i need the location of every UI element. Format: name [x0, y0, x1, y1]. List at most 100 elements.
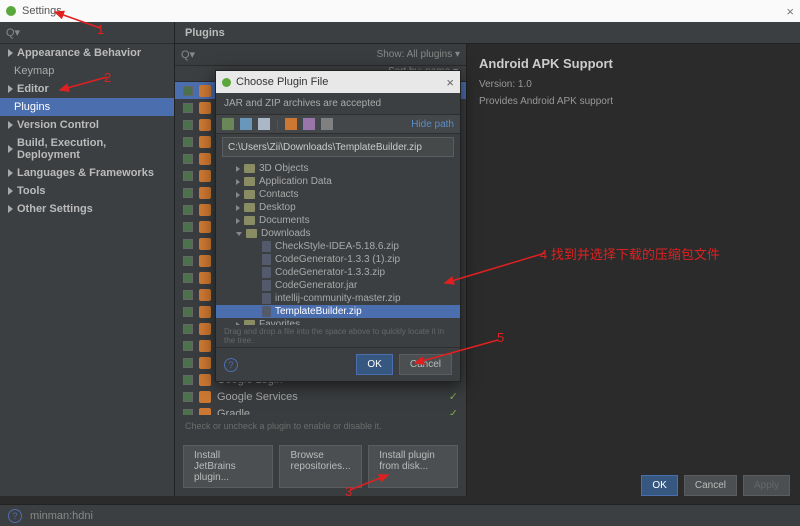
dialog-subtitle: JAR and ZIP archives are accepted: [216, 93, 460, 114]
plugin-checkbox[interactable]: [183, 171, 193, 181]
plugin-checkbox[interactable]: [183, 341, 193, 351]
plugin-checkbox[interactable]: [183, 256, 193, 266]
hide-path-link[interactable]: Hide path: [411, 119, 454, 130]
settings-sidebar: Q▾ Appearance & BehaviorKeymapEditorPlug…: [0, 22, 175, 496]
plugin-row[interactable]: Gradle✓: [175, 405, 466, 415]
install-from-disk-button[interactable]: Install plugin from disk...: [368, 445, 458, 488]
dialog-ok-button[interactable]: OK: [356, 354, 392, 375]
sidebar-item-keymap[interactable]: Keymap: [0, 62, 174, 80]
plugin-icon: [199, 408, 211, 416]
sidebar-item-other-settings[interactable]: Other Settings: [0, 200, 174, 218]
delete-icon[interactable]: [285, 118, 297, 130]
plugin-hint: Check or uncheck a plugin to enable or d…: [175, 415, 466, 437]
plugin-details: Android APK Support Version: 1.0 Provide…: [467, 44, 800, 496]
tree-item[interactable]: intellij-community-master.zip: [216, 292, 460, 305]
plugin-icon: [199, 391, 211, 403]
plugin-icon: [199, 170, 211, 182]
plugin-checkbox[interactable]: [183, 290, 193, 300]
plugin-icon: [199, 255, 211, 267]
tree-item[interactable]: Desktop: [216, 201, 460, 214]
sidebar-search[interactable]: Q▾: [0, 22, 174, 44]
plugin-checkbox[interactable]: [183, 205, 193, 215]
detail-desc: Provides Android APK support: [479, 96, 788, 107]
show-filter[interactable]: All plugins ▾: [407, 49, 460, 60]
plugin-checkbox[interactable]: [183, 120, 193, 130]
plugin-checkbox[interactable]: [183, 103, 193, 113]
chevron-icon[interactable]: [236, 232, 242, 236]
chevron-icon[interactable]: [236, 192, 240, 198]
tree-item[interactable]: Contacts: [216, 188, 460, 201]
plugin-checkbox[interactable]: [183, 307, 193, 317]
plugin-icon: [199, 238, 211, 250]
tree-item[interactable]: Application Data: [216, 175, 460, 188]
sidebar-item-plugins[interactable]: Plugins: [0, 98, 174, 116]
settings-apply-button[interactable]: Apply: [743, 475, 790, 496]
tree-item[interactable]: CodeGenerator-1.3.3.zip: [216, 266, 460, 279]
plugin-checkbox[interactable]: [183, 222, 193, 232]
settings-cancel-button[interactable]: Cancel: [684, 475, 737, 496]
path-input[interactable]: C:\Users\Zii\Downloads\TemplateBuilder.z…: [222, 137, 454, 157]
plugin-checkbox[interactable]: [183, 358, 193, 368]
chevron-icon[interactable]: [236, 166, 240, 172]
plugin-icon: [199, 323, 211, 335]
folder-icon: [244, 190, 255, 199]
plugins-title: Plugins: [175, 22, 800, 44]
help-icon[interactable]: ?: [8, 509, 22, 523]
sidebar-item-languages-frameworks[interactable]: Languages & Frameworks: [0, 164, 174, 182]
plugin-search[interactable]: Q▾: [181, 48, 195, 61]
plugin-checkbox[interactable]: [183, 273, 193, 283]
module-icon[interactable]: [240, 118, 252, 130]
file-icon: [262, 293, 271, 304]
dialog-title-text: Choose Plugin File: [236, 76, 328, 88]
chevron-icon[interactable]: [236, 205, 240, 211]
plugin-icon: [199, 153, 211, 165]
tree-item[interactable]: Documents: [216, 214, 460, 227]
tree-item[interactable]: Downloads: [216, 227, 460, 240]
choose-plugin-dialog: Choose Plugin File × JAR and ZIP archive…: [215, 70, 461, 382]
plugin-checkbox[interactable]: [183, 188, 193, 198]
plugin-icon: [199, 306, 211, 318]
sidebar-item-build-execution-deployment[interactable]: Build, Execution, Deployment: [0, 134, 174, 164]
sidebar-item-version-control[interactable]: Version Control: [0, 116, 174, 134]
install-jetbrains-button[interactable]: Install JetBrains plugin...: [183, 445, 273, 488]
file-icon: [262, 306, 271, 317]
dialog-help-icon[interactable]: ?: [224, 358, 238, 372]
file-icon: [262, 241, 271, 252]
tree-item[interactable]: CodeGenerator-1.3.3 (1).zip: [216, 253, 460, 266]
tree-item[interactable]: CodeGenerator.jar: [216, 279, 460, 292]
hidden-icon[interactable]: [321, 118, 333, 130]
plugin-checkbox[interactable]: [183, 154, 193, 164]
chevron-icon[interactable]: [236, 179, 240, 185]
plugin-row[interactable]: Google Services✓: [175, 388, 466, 405]
sidebar-item-tools[interactable]: Tools: [0, 182, 174, 200]
refresh-icon[interactable]: [303, 118, 315, 130]
plugin-checkbox[interactable]: [183, 324, 193, 334]
plugin-checkbox[interactable]: [183, 137, 193, 147]
chevron-icon[interactable]: [236, 218, 240, 224]
tree-item[interactable]: 3D Objects: [216, 162, 460, 175]
plugin-icon: [199, 119, 211, 131]
plugin-checkbox[interactable]: [183, 392, 193, 402]
file-icon: [262, 280, 271, 291]
dialog-close-icon[interactable]: ×: [446, 75, 454, 90]
plugin-icon: [199, 204, 211, 216]
plugin-icon: [199, 221, 211, 233]
tree-item[interactable]: CheckStyle-IDEA-5.18.6.zip: [216, 240, 460, 253]
plugin-checkbox[interactable]: [183, 239, 193, 249]
close-icon[interactable]: ×: [786, 4, 794, 19]
plugin-checkbox[interactable]: [183, 375, 193, 385]
folder-icon: [244, 216, 255, 225]
dialog-cancel-button[interactable]: Cancel: [399, 354, 452, 375]
folder-icon: [246, 229, 257, 238]
folder-icon[interactable]: [258, 118, 270, 130]
file-tree: 3D ObjectsApplication DataContactsDeskto…: [216, 160, 460, 325]
status-text: minman:hdni: [30, 510, 93, 522]
sidebar-item-appearance-behavior[interactable]: Appearance & Behavior: [0, 44, 174, 62]
browse-repos-button[interactable]: Browse repositories...: [279, 445, 362, 488]
sidebar-item-editor[interactable]: Editor: [0, 80, 174, 98]
settings-ok-button[interactable]: OK: [641, 475, 677, 496]
tree-item[interactable]: Favorites: [216, 318, 460, 325]
home-icon[interactable]: [222, 118, 234, 130]
plugin-checkbox[interactable]: [183, 86, 193, 96]
tree-item[interactable]: TemplateBuilder.zip: [216, 305, 460, 318]
